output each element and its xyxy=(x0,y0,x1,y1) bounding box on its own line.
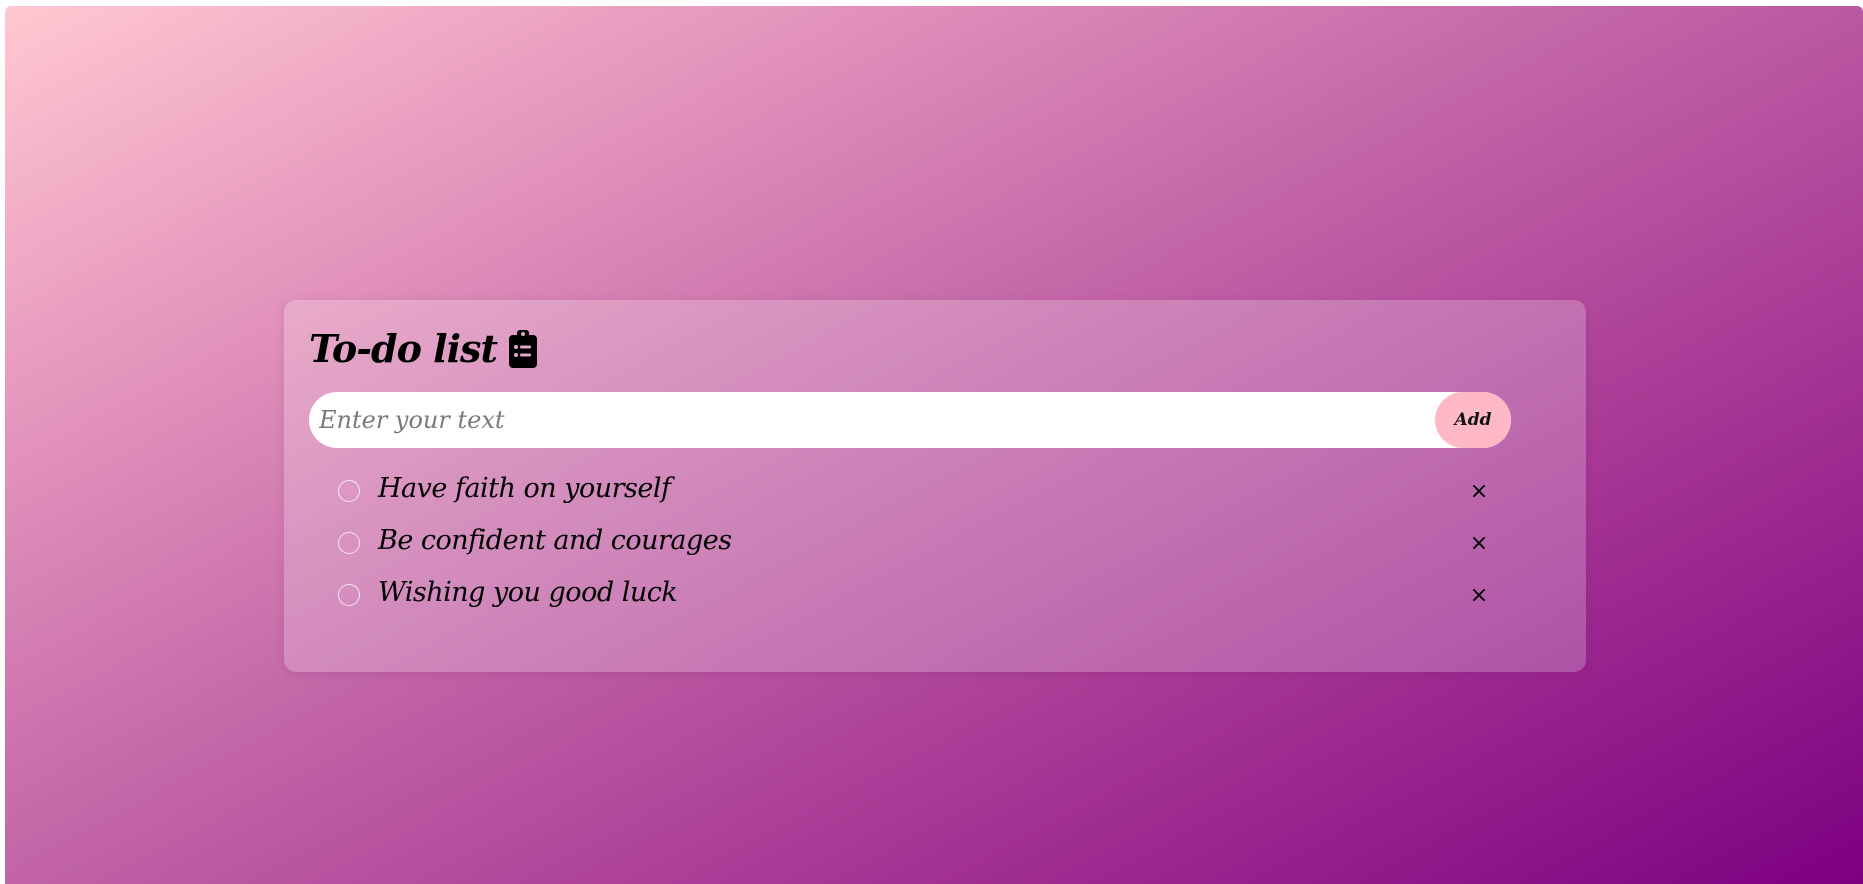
task-item: Be confident and courages × xyxy=(284,519,1586,571)
task-text[interactable]: Be confident and courages xyxy=(378,525,732,556)
task-text[interactable]: Have faith on yourself xyxy=(378,473,671,504)
clipboard-list-icon xyxy=(507,329,539,369)
task-checkbox[interactable] xyxy=(338,480,360,502)
task-list: Have faith on yourself × Be confident an… xyxy=(284,467,1586,623)
remove-task-button[interactable]: × xyxy=(1464,580,1494,610)
remove-task-button[interactable]: × xyxy=(1464,528,1494,558)
task-input[interactable] xyxy=(309,392,1419,448)
page-background: To-do list Add Have faith on you xyxy=(5,6,1863,884)
task-text[interactable]: Wishing you good luck xyxy=(378,577,678,608)
page-title: To-do list xyxy=(309,326,539,371)
add-button[interactable]: Add xyxy=(1435,392,1511,448)
remove-task-button[interactable]: × xyxy=(1464,476,1494,506)
task-checkbox[interactable] xyxy=(338,532,360,554)
task-item: Wishing you good luck × xyxy=(284,571,1586,623)
title-text: To-do list xyxy=(309,326,498,371)
task-checkbox[interactable] xyxy=(338,584,360,606)
task-item: Have faith on yourself × xyxy=(284,467,1586,519)
todo-card: To-do list Add Have faith on you xyxy=(284,300,1586,672)
task-input-row: Add xyxy=(309,392,1511,448)
